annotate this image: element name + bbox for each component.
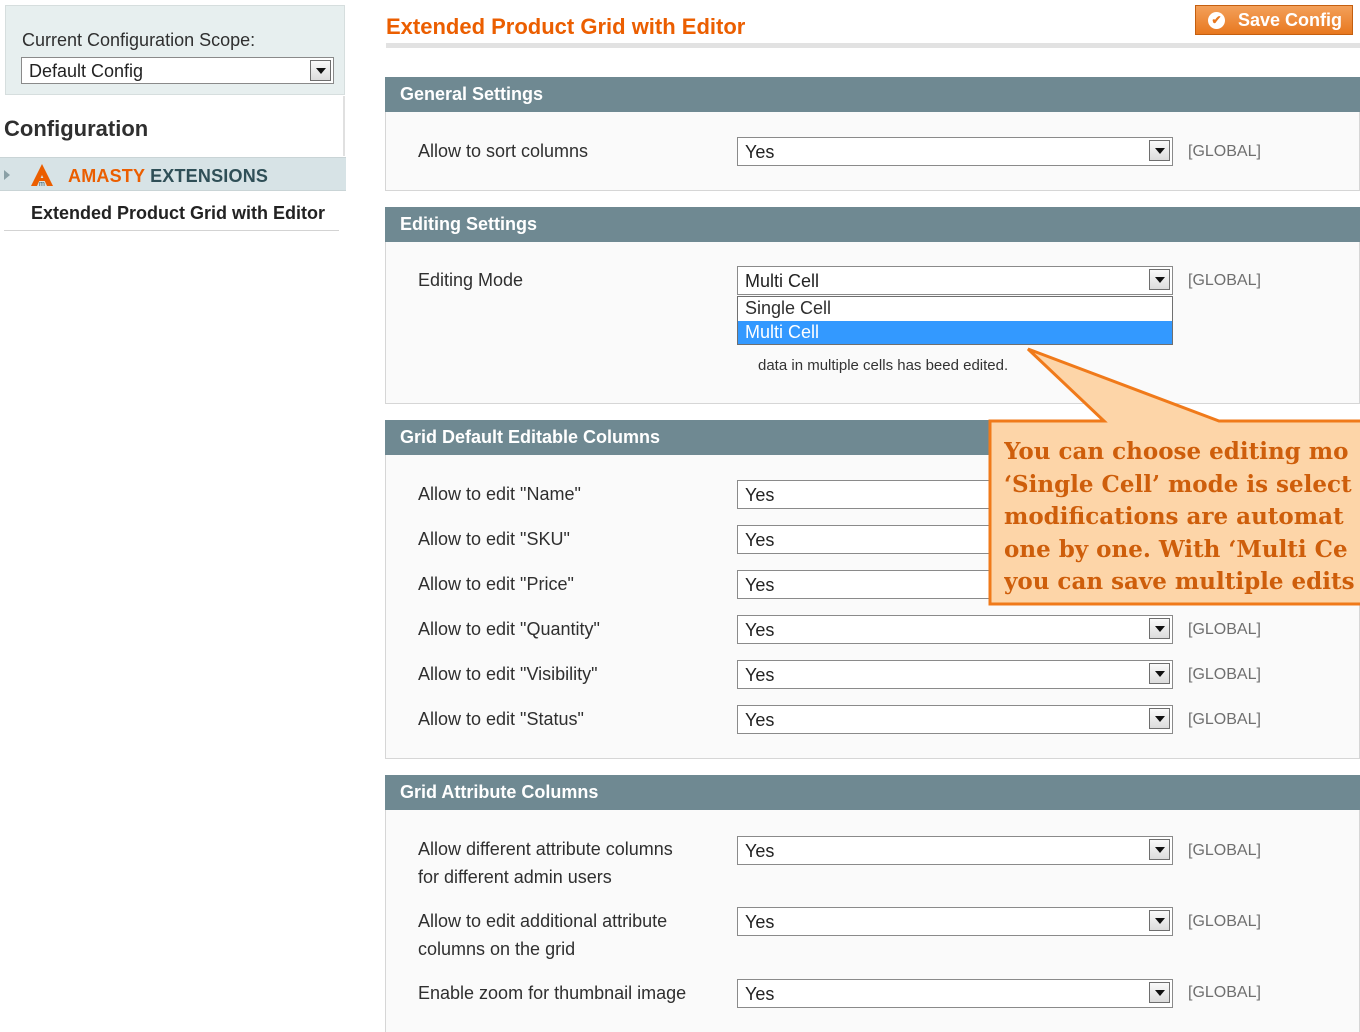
select-value: Yes xyxy=(745,530,775,550)
section-header-editing[interactable]: Editing Settings xyxy=(385,207,1360,242)
section-title: Editing Settings xyxy=(400,214,537,234)
field-hint: data in multiple cells has beed edited. xyxy=(758,357,1009,374)
scope-tag: [GLOBAL] xyxy=(1188,666,1261,683)
callout-line: ‘Single Cell’ mode is select xyxy=(1004,470,1352,498)
sidebar-group-amasty-extensions[interactable]: m AMASTY EXTENSIONS xyxy=(0,157,346,191)
field-label: Allow to edit additional attribute colum… xyxy=(418,907,667,963)
thumbnail-zoom-select[interactable]: Yes xyxy=(737,979,1173,1008)
chevron-down-icon[interactable] xyxy=(1149,982,1170,1003)
allow-sort-select[interactable]: Yes xyxy=(737,137,1173,166)
select-value: Multi Cell xyxy=(745,271,820,291)
config-scope-label: Current Configuration Scope: xyxy=(22,30,256,50)
chevron-down-icon[interactable] xyxy=(1149,663,1170,684)
chevron-down-icon[interactable] xyxy=(310,60,331,81)
scope-tag: [GLOBAL] xyxy=(1188,143,1261,160)
triangle-right-icon xyxy=(4,170,10,180)
scope-tag: [GLOBAL] xyxy=(1188,272,1261,289)
chevron-down-icon[interactable] xyxy=(1149,910,1170,931)
editing-mode-select[interactable]: Multi Cell xyxy=(737,266,1173,295)
section-title: General Settings xyxy=(400,84,544,104)
scope-tag: [GLOBAL] xyxy=(1188,913,1261,930)
allow-edit-status-select[interactable]: Yes xyxy=(737,705,1173,734)
config-scope-select[interactable]: Default Config xyxy=(21,57,334,84)
select-value: Yes xyxy=(745,620,775,640)
save-config-button[interactable]: ✔ Save Config xyxy=(1195,5,1353,35)
field-label: Allow to edit "Visibility" xyxy=(418,664,598,684)
select-value: Yes xyxy=(745,575,775,595)
configuration-heading-box: Configuration xyxy=(0,96,345,156)
config-scope-value: Default Config xyxy=(29,61,144,81)
page-title: Extended Product Grid with Editor xyxy=(386,14,746,39)
checkmark-icon: ✔ xyxy=(1208,12,1225,29)
chevron-down-icon[interactable] xyxy=(1149,269,1170,290)
scope-tag: [GLOBAL] xyxy=(1188,621,1261,638)
label-line: for different admin users xyxy=(418,867,612,887)
field-label: Allow to edit "Status" xyxy=(418,709,584,729)
section-header-attribute-columns[interactable]: Grid Attribute Columns xyxy=(385,775,1360,810)
field-label: Allow to edit "SKU" xyxy=(418,529,570,549)
callout-text: You can choose editing mo ‘Single Cell’ … xyxy=(1004,436,1360,600)
scope-tag: [GLOBAL] xyxy=(1188,711,1261,728)
field-label: Allow to edit "Price" xyxy=(418,574,574,594)
sidebar-item-extended-product-grid[interactable]: Extended Product Grid with Editor xyxy=(4,193,339,231)
select-value: Yes xyxy=(745,912,775,932)
select-value: Yes xyxy=(745,665,775,685)
field-label: Editing Mode xyxy=(418,270,524,290)
scope-tag: [GLOBAL] xyxy=(1188,842,1261,859)
save-config-label: Save Config xyxy=(1238,10,1343,30)
amasty-logo-icon: m xyxy=(31,164,53,187)
allow-edit-visibility-select[interactable]: Yes xyxy=(737,660,1173,689)
select-value: Yes xyxy=(745,841,775,861)
allow-edit-quantity-select[interactable]: Yes xyxy=(737,615,1173,644)
sidebar-group-label: AMASTY EXTENSIONS xyxy=(68,166,268,187)
svg-text:m: m xyxy=(39,181,45,187)
label-line: columns on the grid xyxy=(418,939,576,959)
section-title: Grid Default Editable Columns xyxy=(400,427,661,447)
chevron-down-icon[interactable] xyxy=(1149,839,1170,860)
scope-tag: [GLOBAL] xyxy=(1188,984,1261,1001)
section-header-general[interactable]: General Settings xyxy=(385,77,1360,112)
chevron-down-icon[interactable] xyxy=(1149,618,1170,639)
edit-additional-attributes-select[interactable]: Yes xyxy=(737,907,1173,936)
brand-name: AMASTY xyxy=(68,166,145,186)
chevron-down-icon[interactable] xyxy=(1149,708,1170,729)
field-label: Allow to edit "Name" xyxy=(418,484,581,504)
label-line: Enable zoom for thumbnail image xyxy=(418,983,687,1003)
editing-mode-dropdown-list: Single Cell Multi Cell xyxy=(737,296,1173,345)
dropdown-option-single-cell[interactable]: Single Cell xyxy=(738,297,1172,320)
select-value: Yes xyxy=(745,485,775,505)
different-attribute-columns-select[interactable]: Yes xyxy=(737,836,1173,865)
label-line: Allow to edit additional attribute xyxy=(418,911,668,931)
config-scope-panel: Current Configuration Scope: Default Con… xyxy=(5,5,345,95)
title-divider xyxy=(386,43,1360,48)
sidebar-item-label: Extended Product Grid with Editor xyxy=(31,203,326,223)
callout-line: you can save multiple edits xyxy=(1004,568,1355,595)
section-title: Grid Attribute Columns xyxy=(400,782,599,802)
field-label: Allow different attribute columns for di… xyxy=(418,835,673,891)
select-value: Yes xyxy=(745,710,775,730)
chevron-down-icon[interactable] xyxy=(1149,140,1170,161)
dropdown-option-multi-cell[interactable]: Multi Cell xyxy=(738,321,1172,344)
select-value: Yes xyxy=(745,984,775,1004)
callout-line: modifications are automat xyxy=(1004,503,1344,530)
label-line: Allow different attribute columns xyxy=(418,839,673,859)
callout-line: one by one. With ‘Multi Ce xyxy=(1004,535,1348,563)
field-label: Allow to edit "Quantity" xyxy=(418,619,600,639)
field-label: Enable zoom for thumbnail image xyxy=(418,979,686,1007)
callout-line: You can choose editing mo xyxy=(1004,438,1349,465)
brand-suffix: EXTENSIONS xyxy=(150,166,269,186)
field-label: Allow to sort columns xyxy=(418,141,589,161)
select-value: Yes xyxy=(745,142,775,162)
configuration-heading: Configuration xyxy=(4,116,149,141)
